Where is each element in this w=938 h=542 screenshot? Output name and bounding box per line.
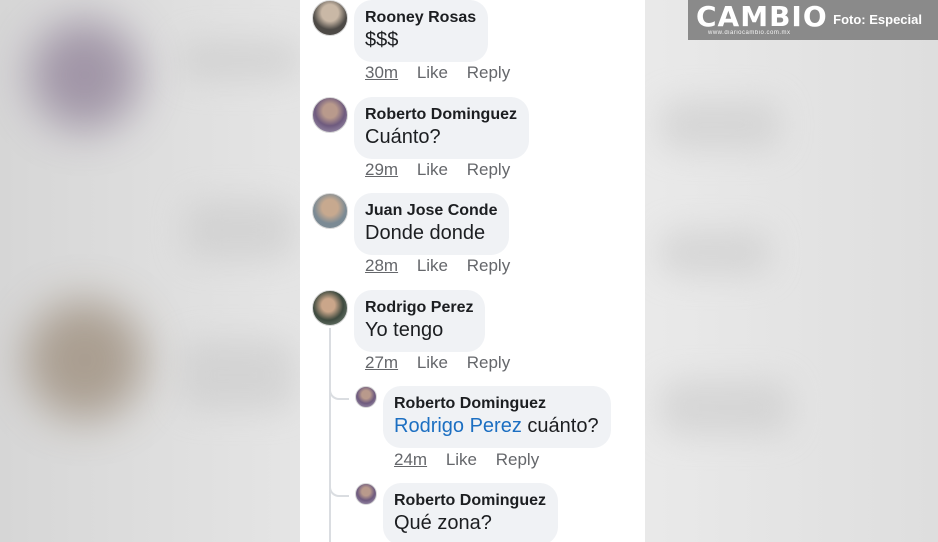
comment-actions: 30m Like Reply (365, 63, 524, 83)
comment-actions: 27m Like Reply (365, 353, 524, 373)
comment-actions: 29m Like Reply (365, 160, 524, 180)
reply-button[interactable]: Reply (467, 63, 510, 82)
comments-panel: Rooney Rosas $$$ 30m Like Reply Roberto … (300, 0, 645, 542)
comment-text: $$$ (365, 29, 399, 51)
comment-author[interactable]: Roberto Dominguez (394, 491, 546, 511)
timestamp-link[interactable]: 24m (394, 450, 427, 469)
reply-button[interactable]: Reply (467, 353, 510, 372)
thread-connector (329, 479, 349, 497)
avatar[interactable] (355, 386, 377, 408)
blurred-bubble (660, 100, 780, 150)
timestamp-link[interactable]: 28m (365, 256, 398, 275)
reply-button[interactable]: Reply (496, 450, 539, 469)
avatar[interactable] (312, 290, 348, 326)
like-button[interactable]: Like (417, 353, 448, 372)
brand-logo: CAMBIO www.diariocambio.com.mx Foto: Esp… (688, 0, 938, 40)
comment-bubble: Rodrigo Perez Yo tengo (354, 290, 486, 352)
blurred-bubble (180, 340, 295, 410)
mention-link[interactable]: Rodrigo Perez (394, 415, 522, 437)
blurred-bubble (660, 230, 770, 275)
reply-bubble: Roberto Dominguez Rodrigo Perez cuánto? (383, 386, 611, 448)
avatar[interactable] (312, 0, 348, 36)
like-button[interactable]: Like (446, 450, 477, 469)
comment-text: Cuánto? (365, 126, 441, 148)
thread-line (329, 328, 331, 542)
blurred-avatar (25, 300, 145, 420)
comment-author[interactable]: Roberto Dominguez (394, 394, 599, 414)
thread-connector (329, 382, 349, 400)
timestamp-link[interactable]: 29m (365, 160, 398, 179)
avatar[interactable] (312, 193, 348, 229)
blurred-bubble (185, 200, 295, 260)
blurred-bubble (180, 40, 300, 80)
reply-button[interactable]: Reply (467, 256, 510, 275)
comment-text: Yo tengo (365, 319, 444, 341)
blurred-bubble (660, 380, 790, 435)
comment-actions: 24m Like Reply (394, 450, 553, 470)
comment-bubble: Rooney Rosas $$$ (354, 0, 489, 62)
comment-author[interactable]: Rooney Rosas (365, 8, 476, 28)
comment-text: Donde donde (365, 222, 486, 244)
comment-author[interactable]: Juan Jose Conde (365, 201, 497, 221)
comment-bubble: Juan Jose Conde Donde donde (354, 193, 510, 255)
photo-credit: Foto: Especial (833, 12, 922, 27)
like-button[interactable]: Like (417, 256, 448, 275)
reply-bubble: Roberto Dominguez Qué zona? (383, 483, 558, 542)
comment-text: Qué zona? (394, 512, 492, 534)
avatar[interactable] (312, 97, 348, 133)
timestamp-link[interactable]: 27m (365, 353, 398, 372)
reply-text: cuánto? (527, 415, 599, 437)
logo-wordmark: CAMBIO (696, 0, 828, 33)
avatar[interactable] (355, 483, 377, 505)
reply-button[interactable]: Reply (467, 160, 510, 179)
like-button[interactable]: Like (417, 160, 448, 179)
comment-actions: 28m Like Reply (365, 256, 524, 276)
logo-subtext: www.diariocambio.com.mx (708, 30, 791, 36)
comment-author[interactable]: Rodrigo Perez (365, 298, 473, 318)
comment-bubble: Roberto Dominguez Cuánto? (354, 97, 529, 159)
timestamp-link[interactable]: 30m (365, 63, 398, 82)
like-button[interactable]: Like (417, 63, 448, 82)
comment-author[interactable]: Roberto Dominguez (365, 105, 517, 125)
comment-text: Rodrigo Perez cuánto? (394, 414, 599, 439)
blurred-avatar (30, 20, 140, 130)
